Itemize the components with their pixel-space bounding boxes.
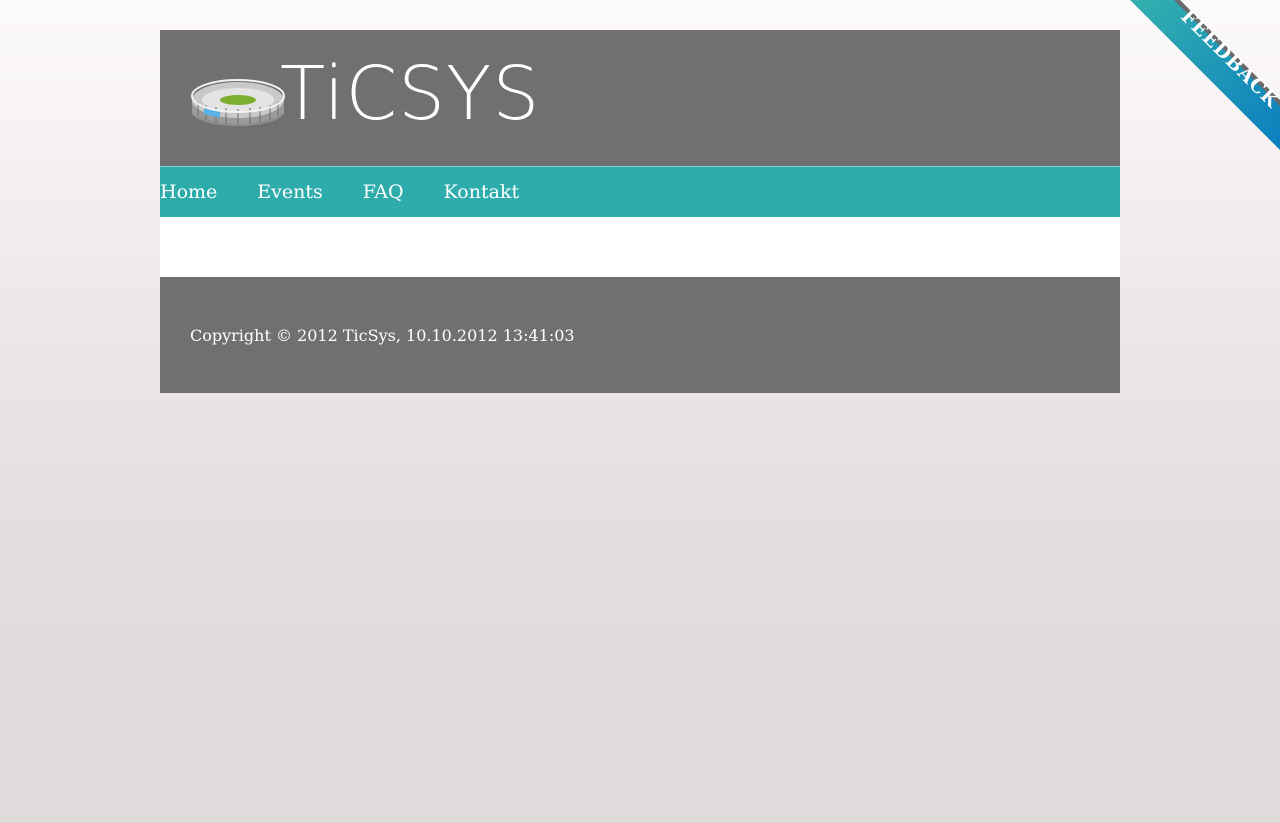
nav-item-home[interactable]: Home [160, 167, 217, 217]
main-content [160, 217, 1120, 277]
feedback-ribbon[interactable]: FEEDBACK [1130, 0, 1280, 150]
logo-text: TiCSYS [280, 51, 541, 137]
header: TiCSYS [160, 30, 1120, 166]
logo-link[interactable]: TiCSYS [190, 54, 539, 136]
nav-item-faq[interactable]: FAQ [363, 167, 404, 217]
nav-item-events[interactable]: Events [257, 167, 322, 217]
main-navigation: Home Events FAQ Kontakt [160, 166, 1120, 217]
page-container: TiCSYS Home Events FAQ Kontakt Copyright… [160, 30, 1120, 393]
footer: Copyright © 2012 TicSys, 10.10.2012 13:4… [160, 277, 1120, 393]
copyright-text: Copyright © 2012 TicSys, 10.10.2012 13:4… [190, 325, 575, 345]
stadium-icon [191, 79, 285, 126]
nav-item-kontakt[interactable]: Kontakt [444, 167, 519, 217]
